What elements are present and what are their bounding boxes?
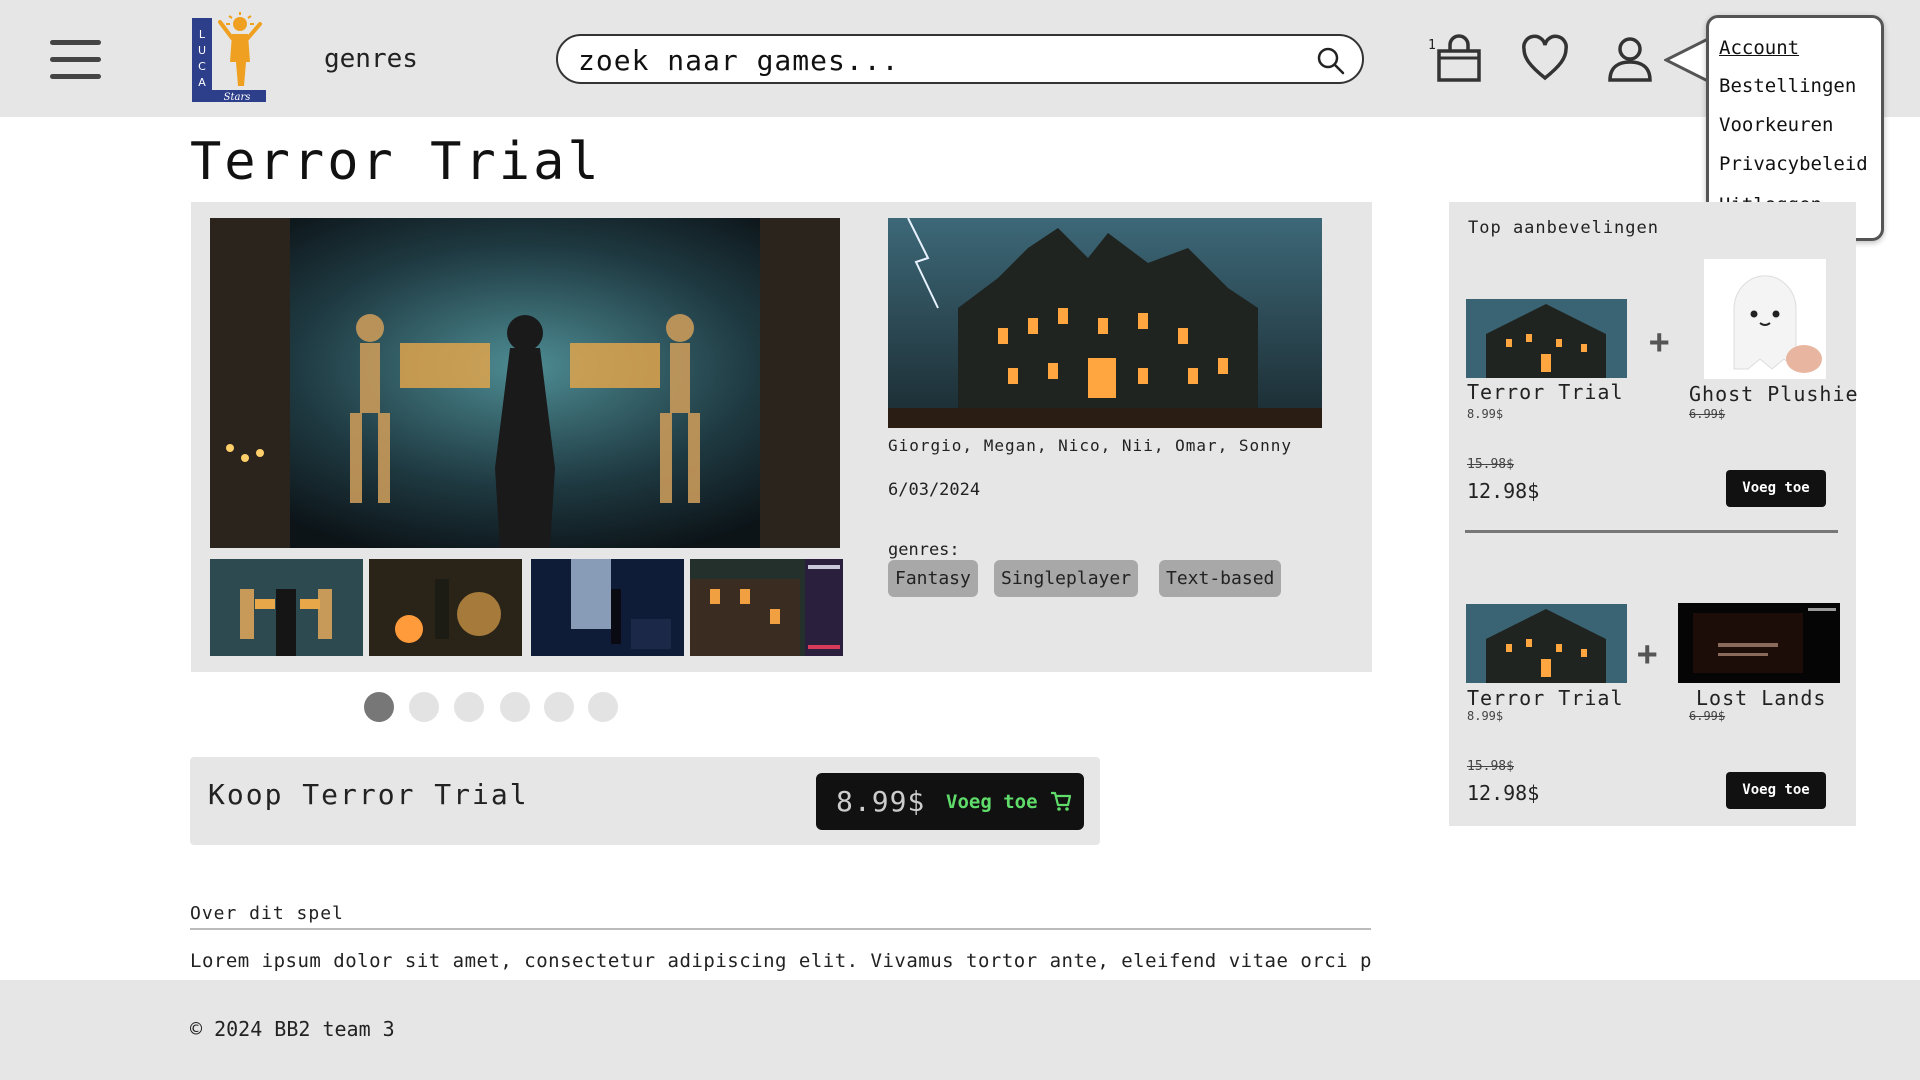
svg-text:C: C xyxy=(198,60,206,73)
thumbnail-1[interactable] xyxy=(210,559,363,656)
rec-item-price-old: 6.99$ xyxy=(1689,407,1726,421)
cart-icon xyxy=(1051,791,1072,811)
carousel-dot[interactable] xyxy=(364,692,394,722)
add-bundle-button[interactable]: Voeg toe xyxy=(1726,772,1826,809)
menu-item-privacybeleid[interactable]: Privacybeleid xyxy=(1719,153,1868,175)
carousel-dot[interactable] xyxy=(454,692,484,722)
add-bundle-button[interactable]: Voeg toe xyxy=(1726,470,1826,507)
svg-text:A: A xyxy=(198,76,206,89)
carousel-dot[interactable] xyxy=(588,692,618,722)
rec-terror-trial-image[interactable] xyxy=(1466,604,1627,683)
thumbnail-2[interactable] xyxy=(369,559,522,656)
svg-text:U: U xyxy=(198,44,206,57)
search-icon[interactable] xyxy=(1316,46,1346,76)
about-divider xyxy=(190,928,1371,930)
plus-sign: + xyxy=(1649,322,1670,362)
menu-item-account[interactable]: Account xyxy=(1719,37,1799,59)
rec-item-price-old: 6.99$ xyxy=(1689,709,1726,723)
heart-icon[interactable] xyxy=(1520,34,1570,84)
genre-chip-fantasy[interactable]: Fantasy xyxy=(888,560,978,597)
genres-label: genres: xyxy=(888,540,960,560)
rec-item-name: Ghost Plushie xyxy=(1689,382,1859,406)
lucastars-logo[interactable]: L U C A Stars xyxy=(192,10,266,102)
main-screenshot-image xyxy=(210,218,840,548)
genres-link[interactable]: genres xyxy=(324,44,418,74)
plus-sign: + xyxy=(1637,634,1658,674)
add-to-cart-button[interactable]: 8.99$ Voeg toe xyxy=(816,773,1084,830)
recommendations-title: Top aanbevelingen xyxy=(1468,218,1659,238)
release-date: 6/03/2024 xyxy=(888,480,981,500)
genre-chip-singleplayer[interactable]: Singleplayer xyxy=(994,560,1139,597)
carousel-dot[interactable] xyxy=(500,692,530,722)
cover-image xyxy=(888,218,1322,428)
bundle-new-total: 12.98$ xyxy=(1467,781,1540,805)
about-title: Over dit spel xyxy=(190,903,344,924)
carousel-dot[interactable] xyxy=(409,692,439,722)
developers-text: Giorgio, Megan, Nico, Nii, Omar, Sonny xyxy=(888,436,1293,455)
menu-item-bestellingen[interactable]: Bestellingen xyxy=(1719,75,1856,97)
hamburger-menu-icon[interactable] xyxy=(50,40,101,80)
menu-item-voorkeuren[interactable]: Voorkeuren xyxy=(1719,114,1833,136)
bundle-old-total: 15.98$ xyxy=(1467,759,1514,774)
rec-item-name: Lost Lands xyxy=(1696,686,1827,710)
page-title: Terror Trial xyxy=(190,132,602,192)
about-text: Lorem ipsum dolor sit amet, consectetur … xyxy=(190,950,1371,972)
rec-terror-trial-image[interactable] xyxy=(1466,299,1627,378)
rec-item-price: 8.99$ xyxy=(1467,407,1504,421)
bundle-old-total: 15.98$ xyxy=(1467,457,1514,472)
thumbnail-3[interactable] xyxy=(531,559,684,656)
bundle-new-total: 12.98$ xyxy=(1467,479,1540,503)
rec-ghost-plushie-image[interactable] xyxy=(1704,259,1826,379)
rec-divider xyxy=(1465,530,1838,533)
search-input[interactable] xyxy=(578,42,1298,78)
genre-chip-text-based[interactable]: Text-based xyxy=(1159,560,1282,597)
shopping-bag-icon[interactable] xyxy=(1434,34,1484,84)
buy-title: Koop Terror Trial xyxy=(208,778,529,811)
search-bar xyxy=(556,34,1364,84)
carousel-dot[interactable] xyxy=(544,692,574,722)
rec-item-name: Terror Trial xyxy=(1467,380,1624,404)
rec-item-price: 8.99$ xyxy=(1467,709,1504,723)
dropdown-pointer xyxy=(1664,36,1710,84)
copyright-text: © 2024 BB2 team 3 xyxy=(190,1017,395,1041)
rec-item-name: Terror Trial xyxy=(1467,686,1624,710)
buy-price: 8.99$ xyxy=(836,785,926,818)
add-to-cart-label: Voeg toe xyxy=(946,791,1038,813)
rec-lost-lands-image[interactable] xyxy=(1678,603,1840,683)
user-account-icon[interactable] xyxy=(1605,34,1655,84)
thumbnail-4[interactable] xyxy=(690,559,843,656)
svg-text:L: L xyxy=(199,28,206,41)
svg-text:Stars: Stars xyxy=(224,92,251,102)
